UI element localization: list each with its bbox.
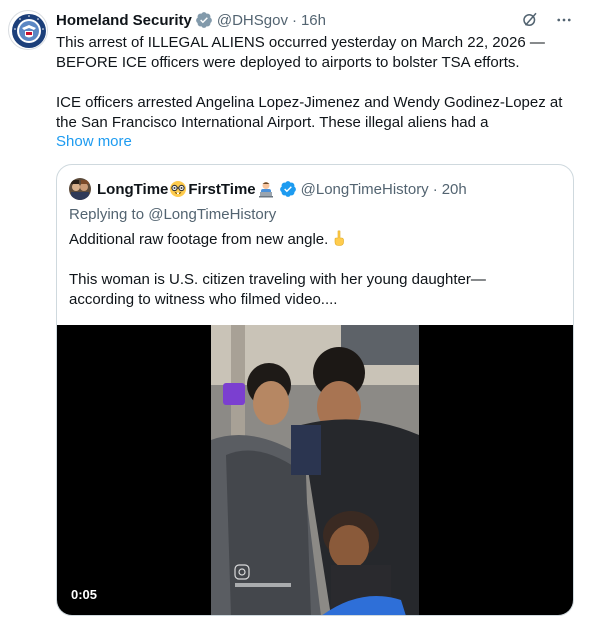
grok-icon[interactable] bbox=[519, 9, 541, 31]
quoted-tweet[interactable]: LongTime FirstTime @LongTimeHistory · 20… bbox=[56, 164, 574, 616]
verified-badge-icon[interactable] bbox=[279, 180, 297, 198]
quote-author-name-part: LongTime bbox=[97, 180, 169, 198]
tweet-header: Homeland Security @DHSgov · 16h bbox=[56, 10, 326, 30]
author-name[interactable]: Homeland Security bbox=[56, 12, 192, 29]
tweet-actions bbox=[519, 9, 575, 31]
replying-prefix: Replying to bbox=[69, 206, 145, 223]
quote-text-content: Additional raw footage from new angle. bbox=[69, 231, 329, 248]
video-player[interactable]: 0:05 bbox=[57, 325, 573, 615]
video-thumbnail[interactable] bbox=[211, 325, 419, 615]
tweet-timestamp[interactable]: 16h bbox=[301, 12, 326, 29]
quote-text-line: according to witness who filmed video...… bbox=[69, 291, 338, 308]
tweet-text-line: the San Francisco International Airport.… bbox=[56, 114, 489, 131]
quote-timestamp[interactable]: 20h bbox=[442, 181, 467, 198]
verified-badge-icon[interactable] bbox=[195, 11, 213, 29]
replying-handle[interactable]: @LongTimeHistory bbox=[148, 206, 276, 223]
video-duration: 0:05 bbox=[71, 587, 98, 602]
dhs-seal-avatar[interactable] bbox=[8, 10, 48, 50]
quote-header: LongTime FirstTime @LongTimeHistory · 20… bbox=[69, 178, 467, 200]
tweet-text: This arrest of ILLEGAL ALIENS occurred y… bbox=[56, 33, 576, 133]
author-handle[interactable]: @DHSgov bbox=[217, 12, 288, 29]
quote-author-handle[interactable]: @LongTimeHistory bbox=[301, 181, 429, 198]
nerd-face-emoji bbox=[169, 180, 187, 198]
more-icon[interactable] bbox=[553, 9, 575, 31]
quote-text-line: This woman is U.S. citizen traveling wit… bbox=[69, 271, 486, 288]
quote-author-name[interactable]: LongTime FirstTime bbox=[97, 180, 276, 198]
tweet-text-line: BEFORE ICE officers were deployed to air… bbox=[56, 54, 520, 71]
quote-author-name-part: FirstTime bbox=[188, 180, 256, 198]
tweet-text-line: ICE officers arrested Angelina Lopez-Jim… bbox=[56, 94, 563, 111]
separator-dot: · bbox=[291, 11, 297, 29]
show-more-link[interactable]: Show more bbox=[56, 132, 132, 152]
quote-text: Additional raw footage from new angle. T… bbox=[69, 230, 564, 310]
quote-avatar[interactable] bbox=[69, 178, 91, 200]
separator-dot: · bbox=[432, 180, 438, 198]
replying-to: Replying to @LongTimeHistory bbox=[69, 205, 276, 225]
pointing-down-emoji bbox=[331, 230, 347, 246]
tweet: Homeland Security @DHSgov · 16h This arr… bbox=[0, 0, 589, 617]
technologist-emoji bbox=[257, 180, 275, 198]
tweet-text-line: This arrest of ILLEGAL ALIENS occurred y… bbox=[56, 34, 545, 51]
quote-text-line: Additional raw footage from new angle. bbox=[69, 230, 564, 250]
